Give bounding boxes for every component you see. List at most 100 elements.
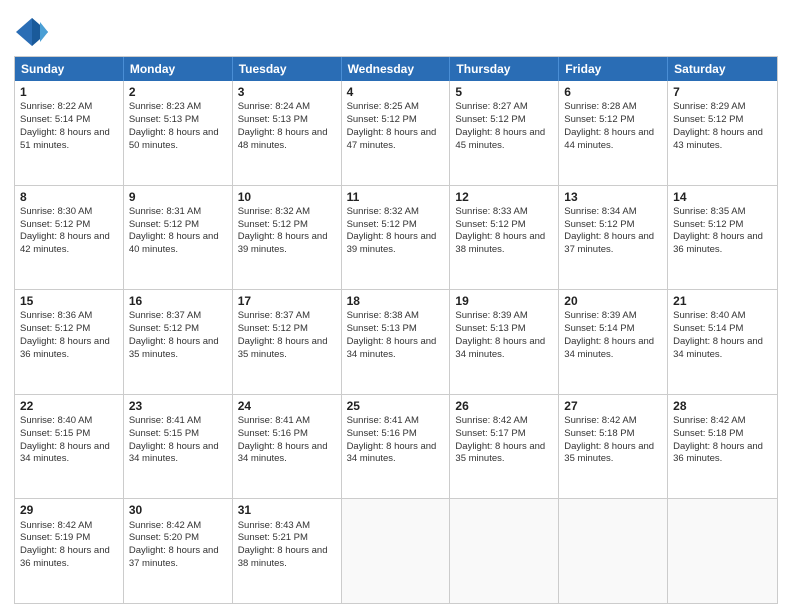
calendar-week-1: 1Sunrise: 8:22 AMSunset: 5:14 PMDaylight… [15, 81, 777, 186]
daylight-label: Daylight: 8 hours and 43 minutes. [673, 127, 763, 151]
sunset-label: Sunset: 5:13 PM [238, 114, 308, 125]
day-cell-1: 1Sunrise: 8:22 AMSunset: 5:14 PMDaylight… [15, 81, 124, 185]
sunset-label: Sunset: 5:12 PM [238, 323, 308, 334]
sunset-label: Sunset: 5:12 PM [673, 219, 743, 230]
day-number: 22 [20, 398, 118, 414]
sunset-label: Sunset: 5:14 PM [20, 114, 90, 125]
day-number: 7 [673, 84, 772, 100]
sunrise-label: Sunrise: 8:42 AM [673, 415, 745, 426]
sunrise-label: Sunrise: 8:41 AM [129, 415, 201, 426]
sunset-label: Sunset: 5:12 PM [129, 323, 199, 334]
sunrise-label: Sunrise: 8:42 AM [20, 520, 92, 531]
day-number: 23 [129, 398, 227, 414]
sunset-label: Sunset: 5:17 PM [455, 428, 525, 439]
daylight-label: Daylight: 8 hours and 36 minutes. [673, 231, 763, 255]
day-cell-2: 2Sunrise: 8:23 AMSunset: 5:13 PMDaylight… [124, 81, 233, 185]
day-cell-27: 27Sunrise: 8:42 AMSunset: 5:18 PMDayligh… [559, 395, 668, 499]
sunset-label: Sunset: 5:13 PM [347, 323, 417, 334]
day-cell-13: 13Sunrise: 8:34 AMSunset: 5:12 PMDayligh… [559, 186, 668, 290]
day-number: 16 [129, 293, 227, 309]
day-number: 5 [455, 84, 553, 100]
empty-cell [450, 499, 559, 603]
logo [14, 14, 54, 50]
daylight-label: Daylight: 8 hours and 51 minutes. [20, 127, 110, 151]
sunrise-label: Sunrise: 8:31 AM [129, 206, 201, 217]
daylight-label: Daylight: 8 hours and 38 minutes. [238, 545, 328, 569]
day-number: 11 [347, 189, 445, 205]
sunrise-label: Sunrise: 8:37 AM [238, 310, 310, 321]
empty-cell [668, 499, 777, 603]
daylight-label: Daylight: 8 hours and 35 minutes. [238, 336, 328, 360]
day-cell-22: 22Sunrise: 8:40 AMSunset: 5:15 PMDayligh… [15, 395, 124, 499]
day-number: 2 [129, 84, 227, 100]
day-cell-26: 26Sunrise: 8:42 AMSunset: 5:17 PMDayligh… [450, 395, 559, 499]
daylight-label: Daylight: 8 hours and 34 minutes. [129, 441, 219, 465]
sunrise-label: Sunrise: 8:37 AM [129, 310, 201, 321]
daylight-label: Daylight: 8 hours and 47 minutes. [347, 127, 437, 151]
sunrise-label: Sunrise: 8:23 AM [129, 101, 201, 112]
empty-cell [559, 499, 668, 603]
day-number: 20 [564, 293, 662, 309]
header-day-friday: Friday [559, 57, 668, 81]
day-cell-7: 7Sunrise: 8:29 AMSunset: 5:12 PMDaylight… [668, 81, 777, 185]
sunrise-label: Sunrise: 8:32 AM [238, 206, 310, 217]
sunrise-label: Sunrise: 8:38 AM [347, 310, 419, 321]
sunset-label: Sunset: 5:12 PM [564, 114, 634, 125]
day-number: 15 [20, 293, 118, 309]
day-number: 3 [238, 84, 336, 100]
daylight-label: Daylight: 8 hours and 34 minutes. [347, 441, 437, 465]
daylight-label: Daylight: 8 hours and 37 minutes. [129, 545, 219, 569]
sunrise-label: Sunrise: 8:42 AM [455, 415, 527, 426]
daylight-label: Daylight: 8 hours and 39 minutes. [347, 231, 437, 255]
sunset-label: Sunset: 5:13 PM [455, 323, 525, 334]
day-cell-10: 10Sunrise: 8:32 AMSunset: 5:12 PMDayligh… [233, 186, 342, 290]
sunset-label: Sunset: 5:12 PM [238, 219, 308, 230]
calendar-week-5: 29Sunrise: 8:42 AMSunset: 5:19 PMDayligh… [15, 499, 777, 603]
daylight-label: Daylight: 8 hours and 36 minutes. [20, 336, 110, 360]
sunset-label: Sunset: 5:14 PM [673, 323, 743, 334]
daylight-label: Daylight: 8 hours and 44 minutes. [564, 127, 654, 151]
daylight-label: Daylight: 8 hours and 35 minutes. [129, 336, 219, 360]
day-cell-4: 4Sunrise: 8:25 AMSunset: 5:12 PMDaylight… [342, 81, 451, 185]
day-number: 29 [20, 502, 118, 518]
header-day-wednesday: Wednesday [342, 57, 451, 81]
day-cell-11: 11Sunrise: 8:32 AM Sunset: 5:12 PMDayligh… [342, 186, 451, 290]
sunrise-label: Sunrise: 8:30 AM [20, 206, 92, 217]
page: SundayMondayTuesdayWednesdayThursdayFrid… [0, 0, 792, 612]
daylight-label: Daylight: 8 hours and 48 minutes. [238, 127, 328, 151]
daylight-label: Daylight: 8 hours and 36 minutes. [20, 545, 110, 569]
daylight-label: Daylight: 8 hours and 34 minutes. [238, 441, 328, 465]
calendar-week-3: 15Sunrise: 8:36 AMSunset: 5:12 PMDayligh… [15, 290, 777, 395]
sunset-label: Sunset: 5:15 PM [20, 428, 90, 439]
day-number: 13 [564, 189, 662, 205]
sunrise-label: Sunrise: 8:42 AM [564, 415, 636, 426]
day-number: 25 [347, 398, 445, 414]
sunrise-label: Sunrise: 8:34 AM [564, 206, 636, 217]
empty-cell [342, 499, 451, 603]
sunset-label: Sunset: 5:12 PM [455, 114, 525, 125]
daylight-label: Daylight: 8 hours and 35 minutes. [455, 441, 545, 465]
sunrise-label: Sunrise: 8:32 AM [347, 206, 419, 217]
day-cell-29: 29Sunrise: 8:42 AMSunset: 5:19 PMDayligh… [15, 499, 124, 603]
day-cell-3: 3Sunrise: 8:24 AMSunset: 5:13 PMDaylight… [233, 81, 342, 185]
day-number: 30 [129, 502, 227, 518]
day-cell-25: 25Sunrise: 8:41 AMSunset: 5:16 PMDayligh… [342, 395, 451, 499]
header-day-saturday: Saturday [668, 57, 777, 81]
sunrise-label: Sunrise: 8:43 AM [238, 520, 310, 531]
day-number: 17 [238, 293, 336, 309]
sunrise-label: Sunrise: 8:25 AM [347, 101, 419, 112]
calendar: SundayMondayTuesdayWednesdayThursdayFrid… [14, 56, 778, 604]
day-number: 14 [673, 189, 772, 205]
day-cell-30: 30Sunrise: 8:42 AMSunset: 5:20 PMDayligh… [124, 499, 233, 603]
sunset-label: Sunset: 5:12 PM [455, 219, 525, 230]
sunrise-label: Sunrise: 8:41 AM [347, 415, 419, 426]
sunset-label: Sunset: 5:12 PM [564, 219, 634, 230]
sunset-label: Sunset: 5:12 PM [347, 219, 417, 230]
header-day-tuesday: Tuesday [233, 57, 342, 81]
daylight-label: Daylight: 8 hours and 35 minutes. [564, 441, 654, 465]
day-cell-14: 14Sunrise: 8:35 AMSunset: 5:12 PMDayligh… [668, 186, 777, 290]
day-number: 4 [347, 84, 445, 100]
sunset-label: Sunset: 5:12 PM [673, 114, 743, 125]
daylight-label: Daylight: 8 hours and 40 minutes. [129, 231, 219, 255]
day-cell-19: 19Sunrise: 8:39 AMSunset: 5:13 PMDayligh… [450, 290, 559, 394]
